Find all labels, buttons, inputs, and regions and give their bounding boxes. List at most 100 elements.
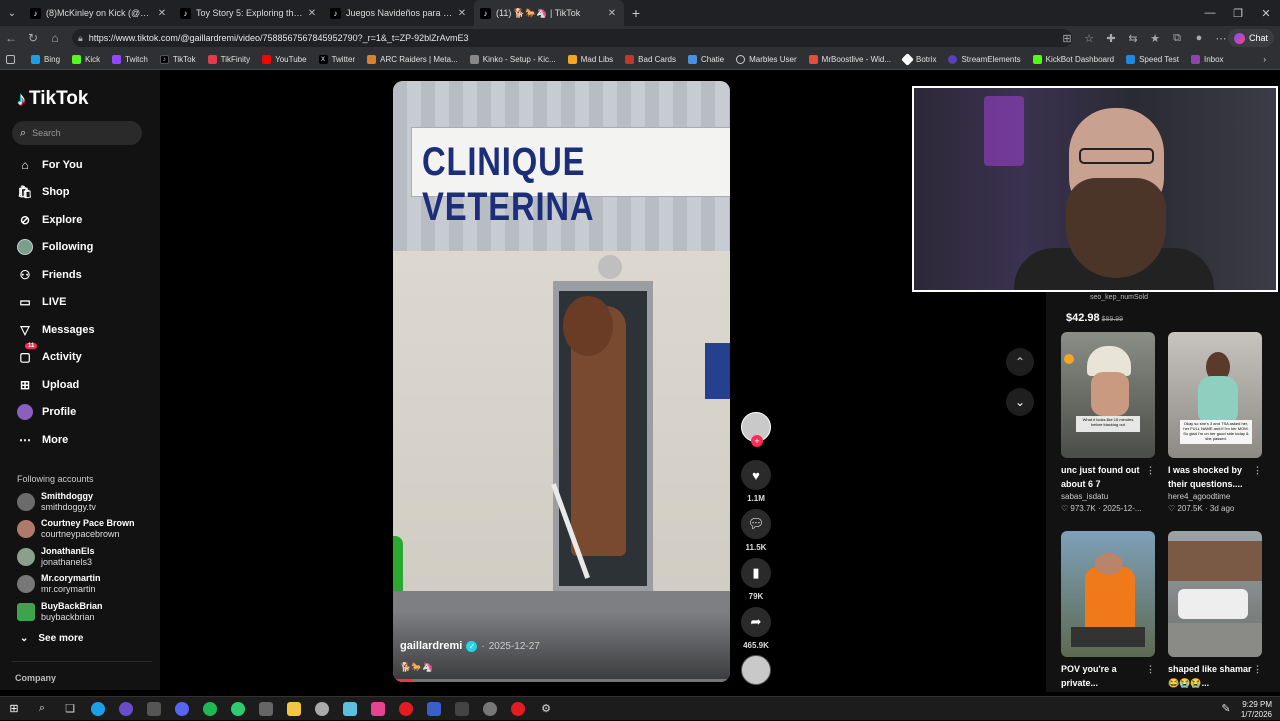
minimize-icon[interactable]: — (1196, 0, 1224, 26)
bookmark-arc-raiders[interactable]: ARC Raiders | Meta... (367, 55, 458, 64)
app-icon[interactable] (420, 697, 448, 721)
split-icon[interactable]: ⇆ (1122, 32, 1144, 45)
streaming-app-icon[interactable] (224, 697, 252, 721)
following-account[interactable]: Courtney Pace Brown courtneypacebrown (17, 518, 135, 540)
following-account[interactable]: Mr.corymartin mr.corymartin (17, 573, 101, 595)
close-icon[interactable]: ✕ (456, 8, 468, 19)
app-icon[interactable] (140, 697, 168, 721)
bookmark-kinko[interactable]: Kinko - Setup - Kic... (469, 55, 556, 64)
cc-app-icon[interactable] (392, 697, 420, 721)
spotify-icon[interactable] (196, 697, 224, 721)
nav-activity[interactable]: ▢ 11 Activity (17, 343, 82, 365)
close-icon[interactable]: ✕ (306, 8, 318, 19)
bookmark-tikfinity[interactable]: TikFinity (207, 55, 250, 64)
bookmark-speed-test[interactable]: Speed Test (1126, 55, 1179, 64)
video-card[interactable]: shaped like shamar 😂😭😭... ⋮ (1168, 531, 1262, 690)
obs-icon[interactable] (112, 697, 140, 721)
bookmark-bing[interactable]: Bing (31, 55, 60, 64)
bookmark-mad-libs[interactable]: Mad Libs (567, 55, 613, 64)
profile-avatar-icon[interactable]: ● (1188, 32, 1210, 44)
bookmark-bad-cards[interactable]: Bad Cards (625, 55, 676, 64)
favorites-icon[interactable]: ★ (1144, 32, 1166, 45)
video-player[interactable]: CLINIQUE VETERINA gaillardremi ✓ · 2025-… (393, 81, 730, 682)
video-card[interactable]: POV you're a private... ⋮ (1061, 531, 1155, 690)
pen-icon[interactable]: ✎ (1212, 697, 1240, 721)
browser-tab[interactable]: ♪ (8)McKinley on Kick (@mckinley.tv) ✕ (24, 0, 174, 26)
video-card[interactable]: What it looks like 15 minutes before bla… (1061, 332, 1155, 513)
next-video-chevron-down-icon[interactable]: ⌄ (1006, 388, 1034, 416)
terminal-icon[interactable] (448, 697, 476, 721)
system-clock[interactable]: 9:29 PM 1/7/2026 (1241, 700, 1272, 720)
nav-explore[interactable]: ⊘ Explore (17, 212, 82, 228)
bookmark-marbles[interactable]: Marbles User (736, 55, 797, 64)
save-button[interactable]: ▮ 79K (740, 558, 772, 601)
following-account[interactable]: Smithdoggy smithdoggy.tv (17, 491, 96, 513)
apps-icon[interactable]: ⊞ (1056, 32, 1078, 45)
nav-for-you[interactable]: ⌂ For You (17, 157, 82, 173)
video-card[interactable]: Okay so she's 3 and TSA asked her, her F… (1168, 332, 1262, 513)
collections-icon[interactable]: ⧉ (1166, 32, 1188, 45)
bookmark-kick[interactable]: Kick (72, 55, 100, 64)
bookmarks-overflow-icon[interactable]: › (1263, 55, 1266, 64)
cc-app-icon[interactable] (504, 697, 532, 721)
follow-plus-icon[interactable]: + (751, 435, 763, 447)
search-input[interactable]: ⌕ Search (12, 121, 142, 145)
new-tab-button[interactable]: + (624, 0, 648, 26)
cube-app-icon[interactable] (252, 697, 280, 721)
like-button[interactable]: ♥ 1.1M (740, 460, 772, 503)
app-icon[interactable] (308, 697, 336, 721)
nav-messages[interactable]: ▽ Messages (17, 322, 94, 338)
edge-browser-icon[interactable] (84, 697, 112, 721)
nav-upload[interactable]: ⊞ Upload (17, 377, 79, 393)
copilot-chat-button[interactable]: Chat (1227, 29, 1274, 47)
file-explorer-icon[interactable] (280, 697, 308, 721)
browser-tab-active[interactable]: ♪ (11) 🐕🐎🦄 | TikTok ✕ (474, 0, 624, 26)
browser-tab[interactable]: ♪ Juegos Navideños para una Cena ✕ (324, 0, 474, 26)
home-icon[interactable]: ⌂ (44, 26, 66, 50)
reload-icon[interactable]: ↻ (22, 26, 44, 50)
more-options-icon[interactable]: ⋮ (1253, 662, 1262, 676)
app-icon[interactable] (476, 697, 504, 721)
bookmark-tiktok[interactable]: ♪ TikTok (159, 55, 196, 64)
more-options-icon[interactable]: ⋮ (1253, 463, 1262, 477)
nav-friends[interactable]: ⚇ Friends (17, 267, 82, 283)
bookmark-streamelements[interactable]: StreamElements (948, 55, 1021, 64)
back-arrow-icon[interactable]: ← (0, 26, 22, 50)
notepad-icon[interactable] (336, 697, 364, 721)
bookmark-mrboostlive[interactable]: MrBoostlive - Wid... (808, 55, 891, 64)
bookmark-chatie[interactable]: Chatie (687, 55, 724, 64)
following-account[interactable]: BuyBackBrian buybackbrian (17, 601, 103, 623)
tiktok-logo[interactable]: ♪ TikTok (17, 88, 88, 110)
bookmark-inbox[interactable]: Inbox (1190, 55, 1224, 64)
bookmark-twitter[interactable]: X Twitter (318, 55, 355, 64)
share-button[interactable]: ➦ 465.9K (740, 607, 772, 650)
url-input[interactable]: 🔒︎ https://www.tiktok.com/@gaillardremi/… (72, 29, 1072, 47)
close-window-icon[interactable]: ✕ (1252, 0, 1280, 26)
sound-avatar-button[interactable] (740, 655, 772, 685)
nav-following[interactable]: Following (17, 239, 93, 255)
settings-gear-icon[interactable]: ⚙ (532, 697, 560, 721)
discord-icon[interactable] (168, 697, 196, 721)
previous-video-chevron-up-icon[interactable]: ⌃ (1006, 348, 1034, 376)
following-account[interactable]: JonathanEls jonathanels3 (17, 546, 95, 568)
close-icon[interactable]: ✕ (156, 8, 168, 19)
see-more-button[interactable]: ⌄ See more (20, 633, 83, 644)
bookmark-botrix[interactable]: Botrix (901, 53, 936, 66)
company-link[interactable]: Company (15, 673, 56, 683)
nav-shop[interactable]: 🛍︎ Shop (17, 184, 69, 200)
more-options-icon[interactable]: ⋮ (1146, 662, 1155, 676)
video-username[interactable]: gaillardremi (400, 640, 462, 652)
nav-more[interactable]: ⋯ More (17, 432, 68, 448)
close-icon[interactable]: ✕ (606, 8, 618, 19)
browser-tab[interactable]: ♪ Toy Story 5: Exploring the World of ✕ (174, 0, 324, 26)
bookmark-twitch[interactable]: Twitch (112, 55, 148, 64)
photos-icon[interactable] (364, 697, 392, 721)
bookmark-kickbot[interactable]: KickBot Dashboard (1032, 55, 1114, 64)
more-options-icon[interactable]: ⋮ (1146, 463, 1155, 477)
extensions-icon[interactable]: ✚ (1100, 32, 1122, 45)
task-view-icon[interactable]: ❏ (56, 697, 84, 721)
bookmarks-toggle-icon[interactable] (6, 55, 19, 64)
windows-start-icon[interactable]: ⊞ (0, 697, 28, 721)
nav-profile[interactable]: Profile (17, 404, 76, 420)
promo-price[interactable]: $42.98 $89.99 (1066, 312, 1123, 324)
